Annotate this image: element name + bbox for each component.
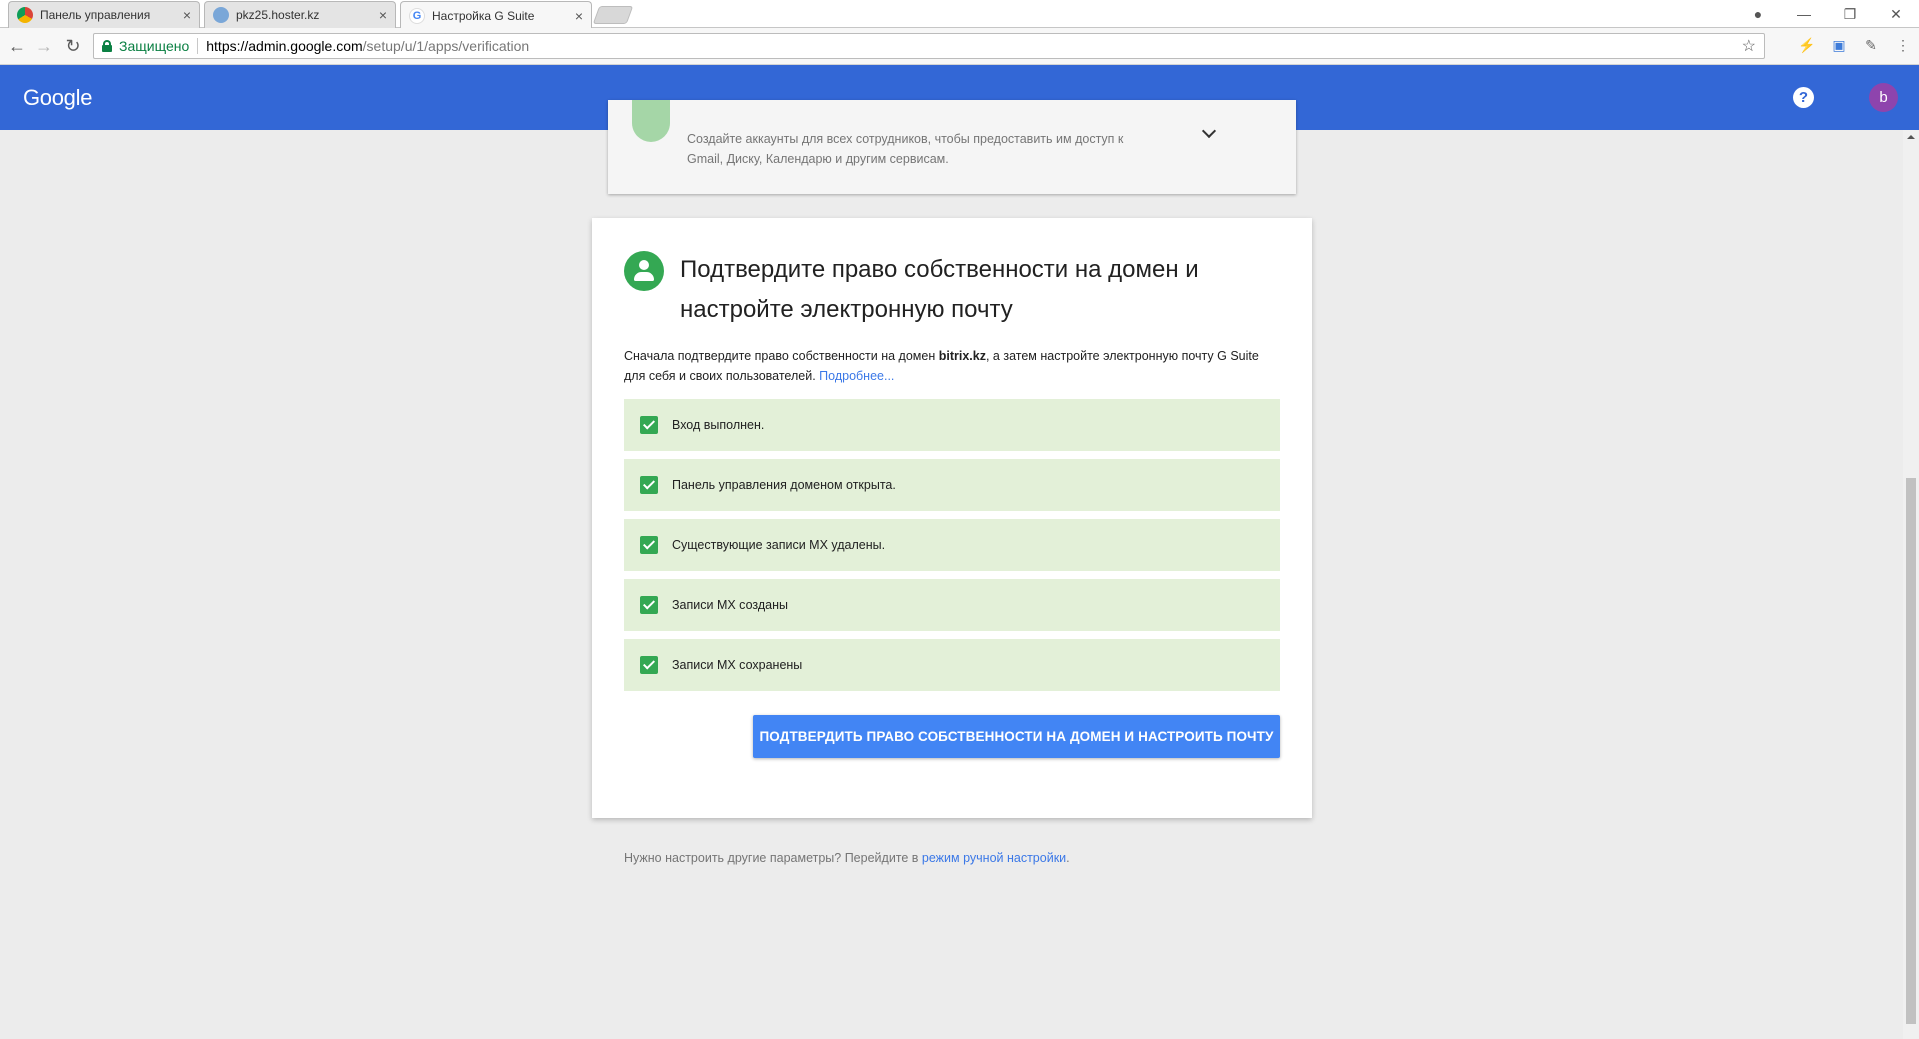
tab-label: Настройка G Suite — [432, 8, 535, 23]
close-window-button[interactable]: ✕ — [1873, 6, 1919, 23]
checkbox-checked-icon — [640, 476, 658, 494]
browser-tabstrip: Панель управления × pkz25.hoster.kz × G … — [0, 0, 1919, 29]
help-icon[interactable]: ? — [1793, 87, 1814, 108]
google-favicon-icon: G — [409, 7, 425, 24]
progress-steps: Вход выполнен. Панель управления доменом… — [624, 399, 1280, 699]
tab-label: Панель управления — [40, 8, 151, 22]
window-controls: ● — ❐ ✕ — [1735, 0, 1919, 28]
tab-close-icon[interactable]: × — [575, 8, 583, 24]
manual-setup-link[interactable]: режим ручной настройки — [922, 851, 1066, 865]
extension-icons: ⚡ ▣ ✎ ⋮ — [1791, 37, 1919, 54]
omnibox-separator — [197, 38, 199, 54]
extension-tool-icon[interactable]: ✎ — [1855, 37, 1887, 54]
checkbox-checked-icon — [640, 656, 658, 674]
list-item: Записи MX сохранены — [624, 639, 1280, 691]
extension-bolt-icon[interactable]: ⚡ — [1791, 37, 1823, 54]
step-label: Панель управления доменом открыта. — [672, 478, 896, 492]
list-item: Панель управления доменом открыта. — [624, 459, 1280, 511]
bookmark-star-icon[interactable]: ☆ — [1742, 36, 1756, 56]
description-text: Сначала подтвердите право собственности … — [624, 349, 939, 363]
verify-domain-card: Подтвердите право собственности на домен… — [592, 218, 1312, 818]
chrome-favicon-icon — [17, 7, 33, 23]
checkbox-checked-icon — [640, 416, 658, 434]
address-bar[interactable]: Защищено https://admin.google.com/setup/… — [93, 33, 1765, 59]
domain-name: bitrix.kz — [938, 349, 986, 363]
extension-box-icon[interactable]: ▣ — [1823, 37, 1855, 54]
tab-control-panel[interactable]: Панель управления × — [8, 1, 200, 28]
new-tab-button[interactable] — [592, 6, 634, 24]
list-item: Существующие записи MX удалены. — [624, 519, 1280, 571]
step-status-icon — [632, 100, 670, 142]
learn-more-link[interactable]: Подробнее... — [819, 369, 894, 383]
person-icon — [624, 251, 664, 291]
browser-toolbar: ← → ↻ Защищено https://admin.google.com /… — [0, 28, 1919, 65]
lock-icon — [102, 40, 112, 52]
forward-arrow-icon[interactable]: → — [33, 35, 55, 57]
menu-icon[interactable]: ⋮ — [1887, 37, 1919, 54]
scroll-thumb[interactable] — [1906, 478, 1916, 1024]
page-scrollbar[interactable] — [1903, 130, 1919, 1039]
google-logo[interactable]: Google — [23, 85, 92, 111]
step-label: Вход выполнен. — [672, 418, 765, 432]
tab-gsuite-setup[interactable]: G Настройка G Suite × — [400, 1, 592, 29]
card-description: Сначала подтвердите право собственности … — [624, 346, 1264, 386]
step-label: Записи MX созданы — [672, 598, 788, 612]
list-item: Вход выполнен. — [624, 399, 1280, 451]
chevron-down-icon[interactable] — [1201, 123, 1217, 139]
tab-close-icon[interactable]: × — [183, 7, 191, 23]
minimize-button[interactable]: — — [1781, 6, 1827, 22]
avatar[interactable]: b — [1869, 83, 1898, 112]
tab-label: pkz25.hoster.kz — [236, 8, 320, 22]
manual-setup-note: Нужно настроить другие параметры? Перейд… — [624, 851, 1070, 865]
secure-label: Защищено — [119, 38, 190, 54]
card-title: Подтвердите право собственности на домен… — [680, 256, 1199, 323]
url-host: https://admin.google.com — [206, 38, 363, 54]
footer-end: . — [1066, 851, 1070, 865]
restore-button[interactable]: ❐ — [1827, 6, 1873, 23]
step-label: Записи MX сохранены — [672, 658, 803, 672]
url-path: /setup/u/1/apps/verification — [362, 38, 530, 54]
tab-hoster[interactable]: pkz25.hoster.kz × — [204, 1, 396, 28]
scroll-up-icon[interactable] — [1907, 135, 1915, 139]
tab-close-icon[interactable]: × — [379, 7, 387, 23]
checkbox-checked-icon — [640, 596, 658, 614]
back-arrow-icon[interactable]: ← — [6, 35, 28, 57]
verify-and-setup-mail-button[interactable]: Подтвердить право собственности на домен… — [753, 715, 1280, 758]
previous-step-card[interactable]: Создайте аккаунты для всех сотрудников, … — [608, 100, 1296, 194]
hoster-favicon-icon — [213, 7, 229, 23]
profile-icon[interactable]: ● — [1735, 6, 1781, 22]
checkbox-checked-icon — [640, 536, 658, 554]
reload-icon[interactable]: ↻ — [62, 35, 84, 57]
list-item: Записи MX созданы — [624, 579, 1280, 631]
footer-text: Нужно настроить другие параметры? Перейд… — [624, 851, 922, 865]
step-label: Существующие записи MX удалены. — [672, 538, 886, 552]
previous-step-description: Создайте аккаунты для всех сотрудников, … — [687, 132, 1124, 166]
